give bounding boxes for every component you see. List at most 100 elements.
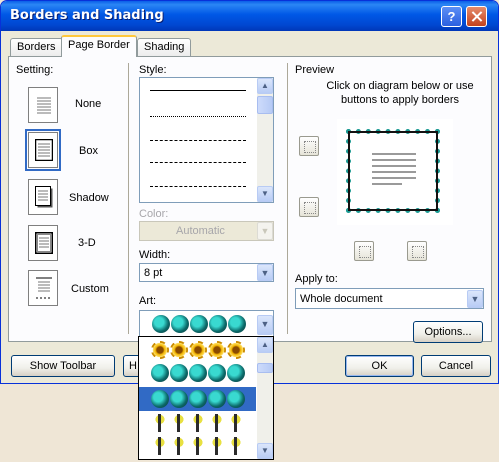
globe-icon: [170, 364, 188, 382]
globe-icon: [227, 390, 245, 408]
style-dashed-long[interactable]: [150, 162, 246, 163]
left-border-button[interactable]: [354, 241, 374, 261]
chevron-down-icon[interactable]: ▼: [257, 315, 273, 335]
tab-label: Page Border: [68, 39, 130, 51]
right-border-button[interactable]: [407, 241, 427, 261]
globe-icon: [189, 390, 207, 408]
bottom-border-button[interactable]: [299, 197, 319, 217]
ok-button[interactable]: OK: [345, 355, 414, 377]
tab-borders[interactable]: Borders: [10, 38, 63, 56]
art-list-scrollbar[interactable]: ▲ ▼: [257, 337, 273, 459]
setting-custom-label[interactable]: Custom: [71, 283, 109, 295]
width-label: Width:: [139, 249, 171, 261]
apply-to-label: Apply to:: [295, 273, 338, 285]
preview-label: Preview: [295, 64, 335, 76]
apply-to-value: Whole document: [300, 293, 383, 305]
figure-icon: [208, 414, 226, 432]
style-scrollbar[interactable]: ▲ ▼: [257, 78, 273, 202]
figure-icon: [227, 437, 245, 455]
color-label: Color:: [139, 208, 169, 220]
figure-icon: [170, 437, 188, 455]
setting-3d-icon[interactable]: [28, 225, 58, 261]
setting-box-label[interactable]: Box: [79, 145, 98, 157]
setting-box-icon[interactable]: [25, 129, 61, 171]
scroll-up-icon[interactable]: ▲: [257, 337, 273, 353]
setting-shadow-label[interactable]: Shadow: [69, 192, 109, 204]
art-option-sun[interactable]: [151, 341, 245, 361]
color-dropdown: Automatic ▼: [139, 221, 274, 241]
tab-page-border[interactable]: Page Border: [61, 35, 137, 57]
style-solid[interactable]: [150, 90, 246, 91]
preview-diagram[interactable]: [337, 119, 453, 225]
globe-icon: [171, 315, 189, 333]
art-option-globe[interactable]: [151, 364, 245, 384]
globe-icon: [227, 364, 245, 382]
globe-icon: [208, 364, 226, 382]
apply-to-dropdown[interactable]: Whole document ▼: [295, 288, 484, 309]
setting-3d-label[interactable]: 3-D: [78, 237, 96, 249]
scroll-thumb[interactable]: [257, 96, 273, 114]
globe-icon: [209, 315, 227, 333]
style-dashed[interactable]: [150, 140, 246, 141]
divider: [287, 63, 288, 334]
style-dotted[interactable]: [150, 116, 246, 117]
close-button[interactable]: [466, 6, 487, 27]
cancel-button[interactable]: Cancel: [421, 355, 491, 377]
sun-icon: [151, 341, 169, 359]
setting-none-label[interactable]: None: [75, 98, 101, 110]
art-dropdown-list[interactable]: ▲ ▼: [138, 336, 274, 460]
globe-icon: [189, 364, 207, 382]
globe-icon: [228, 315, 246, 333]
setting-none-icon[interactable]: [28, 87, 58, 123]
art-option-figure-2[interactable]: [151, 437, 245, 457]
top-border-button[interactable]: [299, 136, 319, 156]
tab-shading[interactable]: Shading: [137, 38, 192, 56]
figure-icon: [170, 414, 188, 432]
figure-icon: [189, 437, 207, 455]
setting-box-text: Box: [79, 145, 98, 157]
art-selected-sample: [152, 315, 246, 335]
figure-icon: [208, 437, 226, 455]
setting-custom-icon[interactable]: [28, 270, 58, 306]
window-title: Borders and Shading: [10, 8, 164, 23]
style-listbox[interactable]: ▲ ▼: [139, 77, 274, 203]
globe-icon: [170, 390, 188, 408]
style-dash-dot[interactable]: [150, 186, 246, 187]
figure-icon: [151, 414, 169, 432]
title-bar[interactable]: Borders and Shading ?: [1, 1, 498, 31]
sun-icon: [170, 341, 188, 359]
options-button[interactable]: Options...: [413, 321, 483, 343]
style-label: Style:: [139, 64, 167, 76]
globe-icon: [190, 315, 208, 333]
help-button[interactable]: ?: [441, 6, 462, 27]
width-dropdown[interactable]: 8 pt ▼: [139, 263, 274, 282]
art-option-globe-selected: [151, 390, 245, 410]
art-dropdown[interactable]: ▼: [139, 310, 274, 338]
chevron-down-icon[interactable]: ▼: [257, 264, 273, 281]
globe-icon: [208, 390, 226, 408]
preview-text-lines: [372, 153, 416, 185]
art-option-selected[interactable]: [139, 387, 256, 411]
chevron-down-icon: ▼: [257, 222, 273, 240]
art-option-figure[interactable]: [151, 414, 245, 434]
sun-icon: [208, 341, 226, 359]
scroll-up-icon[interactable]: ▲: [257, 78, 273, 94]
scroll-down-icon[interactable]: ▼: [257, 443, 273, 459]
globe-icon: [152, 315, 170, 333]
setting-label: Setting:: [16, 64, 54, 76]
scroll-thumb[interactable]: [257, 363, 273, 373]
chevron-down-icon[interactable]: ▼: [467, 290, 483, 308]
figure-icon: [189, 414, 207, 432]
color-value: Automatic: [176, 225, 225, 237]
dialog-window: Borders and Shading ? Borders Page Borde…: [0, 0, 499, 384]
globe-icon: [151, 364, 169, 382]
show-toolbar-button[interactable]: Show Toolbar: [11, 355, 115, 377]
art-label: Art:: [139, 295, 157, 307]
divider: [128, 63, 129, 334]
width-value: 8 pt: [144, 267, 163, 279]
scroll-down-icon[interactable]: ▼: [257, 186, 273, 202]
setting-shadow-icon[interactable]: [28, 179, 58, 215]
tab-label: Borders: [17, 41, 56, 53]
sun-icon: [189, 341, 207, 359]
figure-icon: [151, 437, 169, 455]
